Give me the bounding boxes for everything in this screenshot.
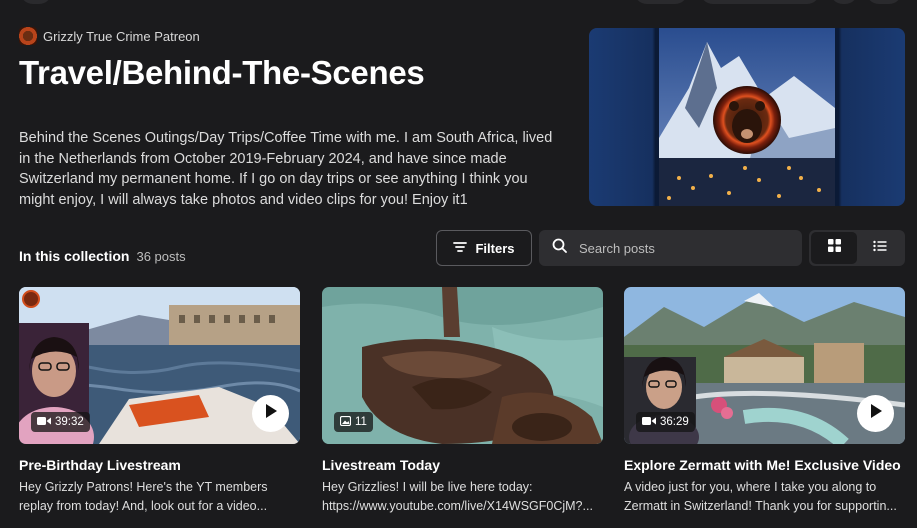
image-icon xyxy=(339,415,352,429)
search-icon xyxy=(552,238,567,258)
video-duration: 36:29 xyxy=(660,416,689,428)
post-title[interactable]: Explore Zermatt with Me! Exclusive Video xyxy=(624,457,905,473)
post-thumbnail[interactable]: 11 xyxy=(322,287,603,444)
post-excerpt-line: Hey Grizzlies! I will be live here today… xyxy=(322,480,533,494)
media-badge: 36:29 xyxy=(636,412,695,432)
post-excerpt-line: https://www.youtube.com/live/X14WSGF0CjM… xyxy=(322,499,593,513)
search-input[interactable] xyxy=(579,240,779,256)
post-excerpt-line: Zermatt in Switzerland! Thank you for su… xyxy=(624,499,897,513)
filters-label: Filters xyxy=(475,240,515,256)
play-icon xyxy=(264,403,278,424)
filter-icon xyxy=(453,241,468,256)
play-button[interactable] xyxy=(857,395,894,432)
post-card[interactable]: 36:29 Explore Zermatt with Me! Exclusive… xyxy=(624,287,905,516)
post-excerpt: Hey Grizzly Patrons! Here's the YT membe… xyxy=(19,478,300,516)
play-button[interactable] xyxy=(252,395,289,432)
top-nav-button[interactable] xyxy=(20,0,52,4)
top-nav-button[interactable] xyxy=(866,0,902,4)
grid-icon xyxy=(827,239,841,257)
search-box[interactable] xyxy=(539,230,802,266)
filters-button[interactable]: Filters xyxy=(436,230,532,266)
video-camera-icon xyxy=(642,416,656,429)
media-badge: 39:32 xyxy=(31,412,90,432)
collection-title: Travel/Behind-The-Scenes xyxy=(19,54,425,91)
post-card[interactable]: 11 Livestream Today Hey Grizzlies! I wil… xyxy=(322,287,603,516)
post-excerpt: Hey Grizzlies! I will be live here today… xyxy=(322,478,603,516)
post-thumbnail[interactable]: 36:29 xyxy=(624,287,905,444)
list-view-button[interactable] xyxy=(857,232,903,264)
view-toggle xyxy=(809,230,905,266)
image-count: 11 xyxy=(355,416,367,428)
post-card[interactable]: 39:32 Pre-Birthday Livestream Hey Grizzl… xyxy=(19,287,300,516)
grid-view-button[interactable] xyxy=(811,232,857,264)
collection-cover-image xyxy=(589,28,905,206)
post-excerpt-line: Hey Grizzly Patrons! Here's the YT membe… xyxy=(19,480,268,494)
post-title[interactable]: Pre-Birthday Livestream xyxy=(19,457,300,473)
post-thumbnail[interactable]: 39:32 xyxy=(19,287,300,444)
media-badge: 11 xyxy=(334,412,373,432)
post-title[interactable]: Livestream Today xyxy=(322,457,603,473)
list-icon xyxy=(873,239,887,257)
video-camera-icon xyxy=(37,416,51,429)
creator-link[interactable]: Grizzly True Crime Patreon xyxy=(19,27,200,45)
top-nav-button[interactable] xyxy=(830,0,858,4)
post-excerpt-line: replay from today! And, look out for a v… xyxy=(19,499,268,513)
collection-label: In this collection xyxy=(19,248,130,264)
top-nav-button[interactable] xyxy=(634,0,688,4)
collection-description: Behind the Scenes Outings/Day Trips/Coff… xyxy=(19,130,553,208)
post-count: 36 posts xyxy=(136,249,186,264)
top-nav-button[interactable] xyxy=(700,0,820,4)
creator-avatar xyxy=(19,27,37,45)
collection-summary: In this collection 36 posts xyxy=(19,248,186,264)
post-excerpt: A video just for you, where I take you a… xyxy=(624,478,905,516)
video-duration: 39:32 xyxy=(55,416,84,428)
post-excerpt-line: A video just for you, where I take you a… xyxy=(624,480,877,494)
collection-page: Grizzly True Crime Patreon Travel/Behind… xyxy=(0,0,917,528)
play-icon xyxy=(869,403,883,424)
creator-name: Grizzly True Crime Patreon xyxy=(43,28,200,44)
